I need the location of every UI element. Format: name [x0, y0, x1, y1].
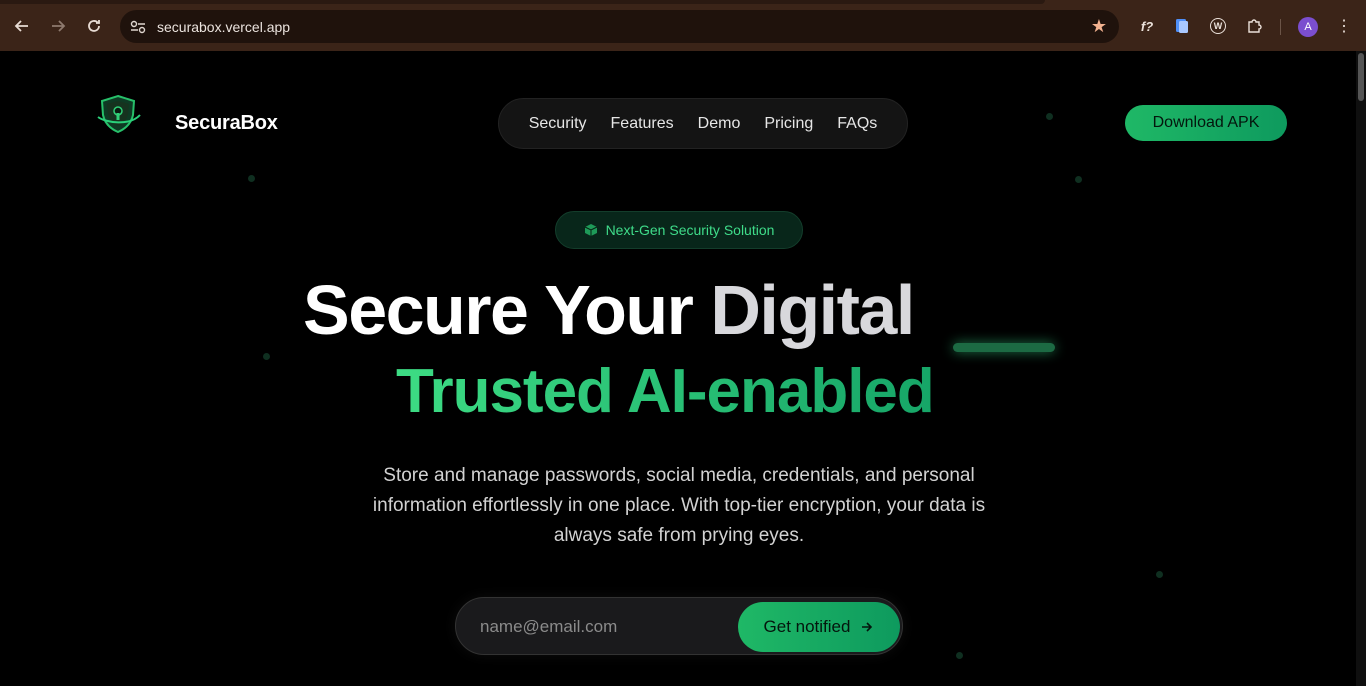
browser-toolbar: securabox.vercel.app ★ f? W A ⋮: [0, 0, 1366, 51]
toolbar-divider: [1280, 19, 1281, 35]
decor-dot: [248, 175, 255, 182]
main-nav: Security Features Demo Pricing FAQs: [498, 98, 908, 149]
nav-link-features[interactable]: Features: [611, 115, 674, 133]
get-notified-label: Get notified: [763, 617, 851, 636]
nav-link-security[interactable]: Security: [529, 115, 587, 133]
arrow-right-icon: [862, 622, 873, 632]
docs-extension-icon[interactable]: [1172, 16, 1192, 36]
hero-badge: Next-Gen Security Solution: [555, 211, 803, 249]
hero-badge-label: Next-Gen Security Solution: [605, 222, 775, 238]
forward-icon[interactable]: [46, 14, 70, 38]
headline-part-faded: Digital: [710, 271, 915, 349]
puzzle-icon[interactable]: [1244, 16, 1264, 36]
decor-dot: [1075, 176, 1082, 183]
tab-strip: [0, 0, 1045, 4]
decor-dot: [956, 652, 963, 659]
scrollbar-thumb[interactable]: [1358, 53, 1364, 101]
get-notified-button[interactable]: Get notified: [738, 602, 900, 652]
page-scrollbar[interactable]: [1356, 51, 1366, 686]
decor-dot: [1046, 113, 1053, 120]
page-viewport: SecuraBox Security Features Demo Pricing…: [0, 51, 1356, 686]
site-settings-icon[interactable]: [129, 18, 147, 36]
w-extension-icon[interactable]: W: [1208, 16, 1228, 36]
url-text[interactable]: securabox.vercel.app: [157, 19, 290, 35]
formula-extension-icon[interactable]: f?: [1137, 16, 1157, 36]
headline-part: Secure Your: [303, 271, 711, 349]
typing-cursor-glow: [953, 343, 1055, 352]
hero-description: Store and manage passwords, social media…: [372, 465, 986, 546]
hero-headline-line1: Secure Your Digital: [303, 270, 915, 350]
decor-dot: [1156, 571, 1163, 578]
shield-logo-icon[interactable]: [96, 93, 142, 135]
back-icon[interactable]: [10, 14, 34, 38]
download-apk-button[interactable]: Download APK: [1125, 105, 1287, 141]
brand-name[interactable]: SecuraBox: [175, 112, 278, 135]
email-signup-form: Get notified: [455, 597, 903, 655]
nav-link-pricing[interactable]: Pricing: [764, 115, 813, 133]
reload-icon[interactable]: [82, 14, 106, 38]
cube-icon: [584, 224, 597, 236]
profile-avatar[interactable]: A: [1298, 17, 1318, 37]
menu-kebab-icon[interactable]: ⋮: [1334, 16, 1354, 36]
address-bar[interactable]: securabox.vercel.app ★: [120, 10, 1119, 43]
email-input[interactable]: [480, 615, 730, 639]
hero-headline-line2: Trusted AI-enabled: [396, 357, 935, 426]
nav-link-faqs[interactable]: FAQs: [837, 115, 877, 133]
bookmark-star-icon[interactable]: ★: [1091, 16, 1107, 37]
decor-dot: [263, 353, 270, 360]
nav-link-demo[interactable]: Demo: [698, 115, 741, 133]
